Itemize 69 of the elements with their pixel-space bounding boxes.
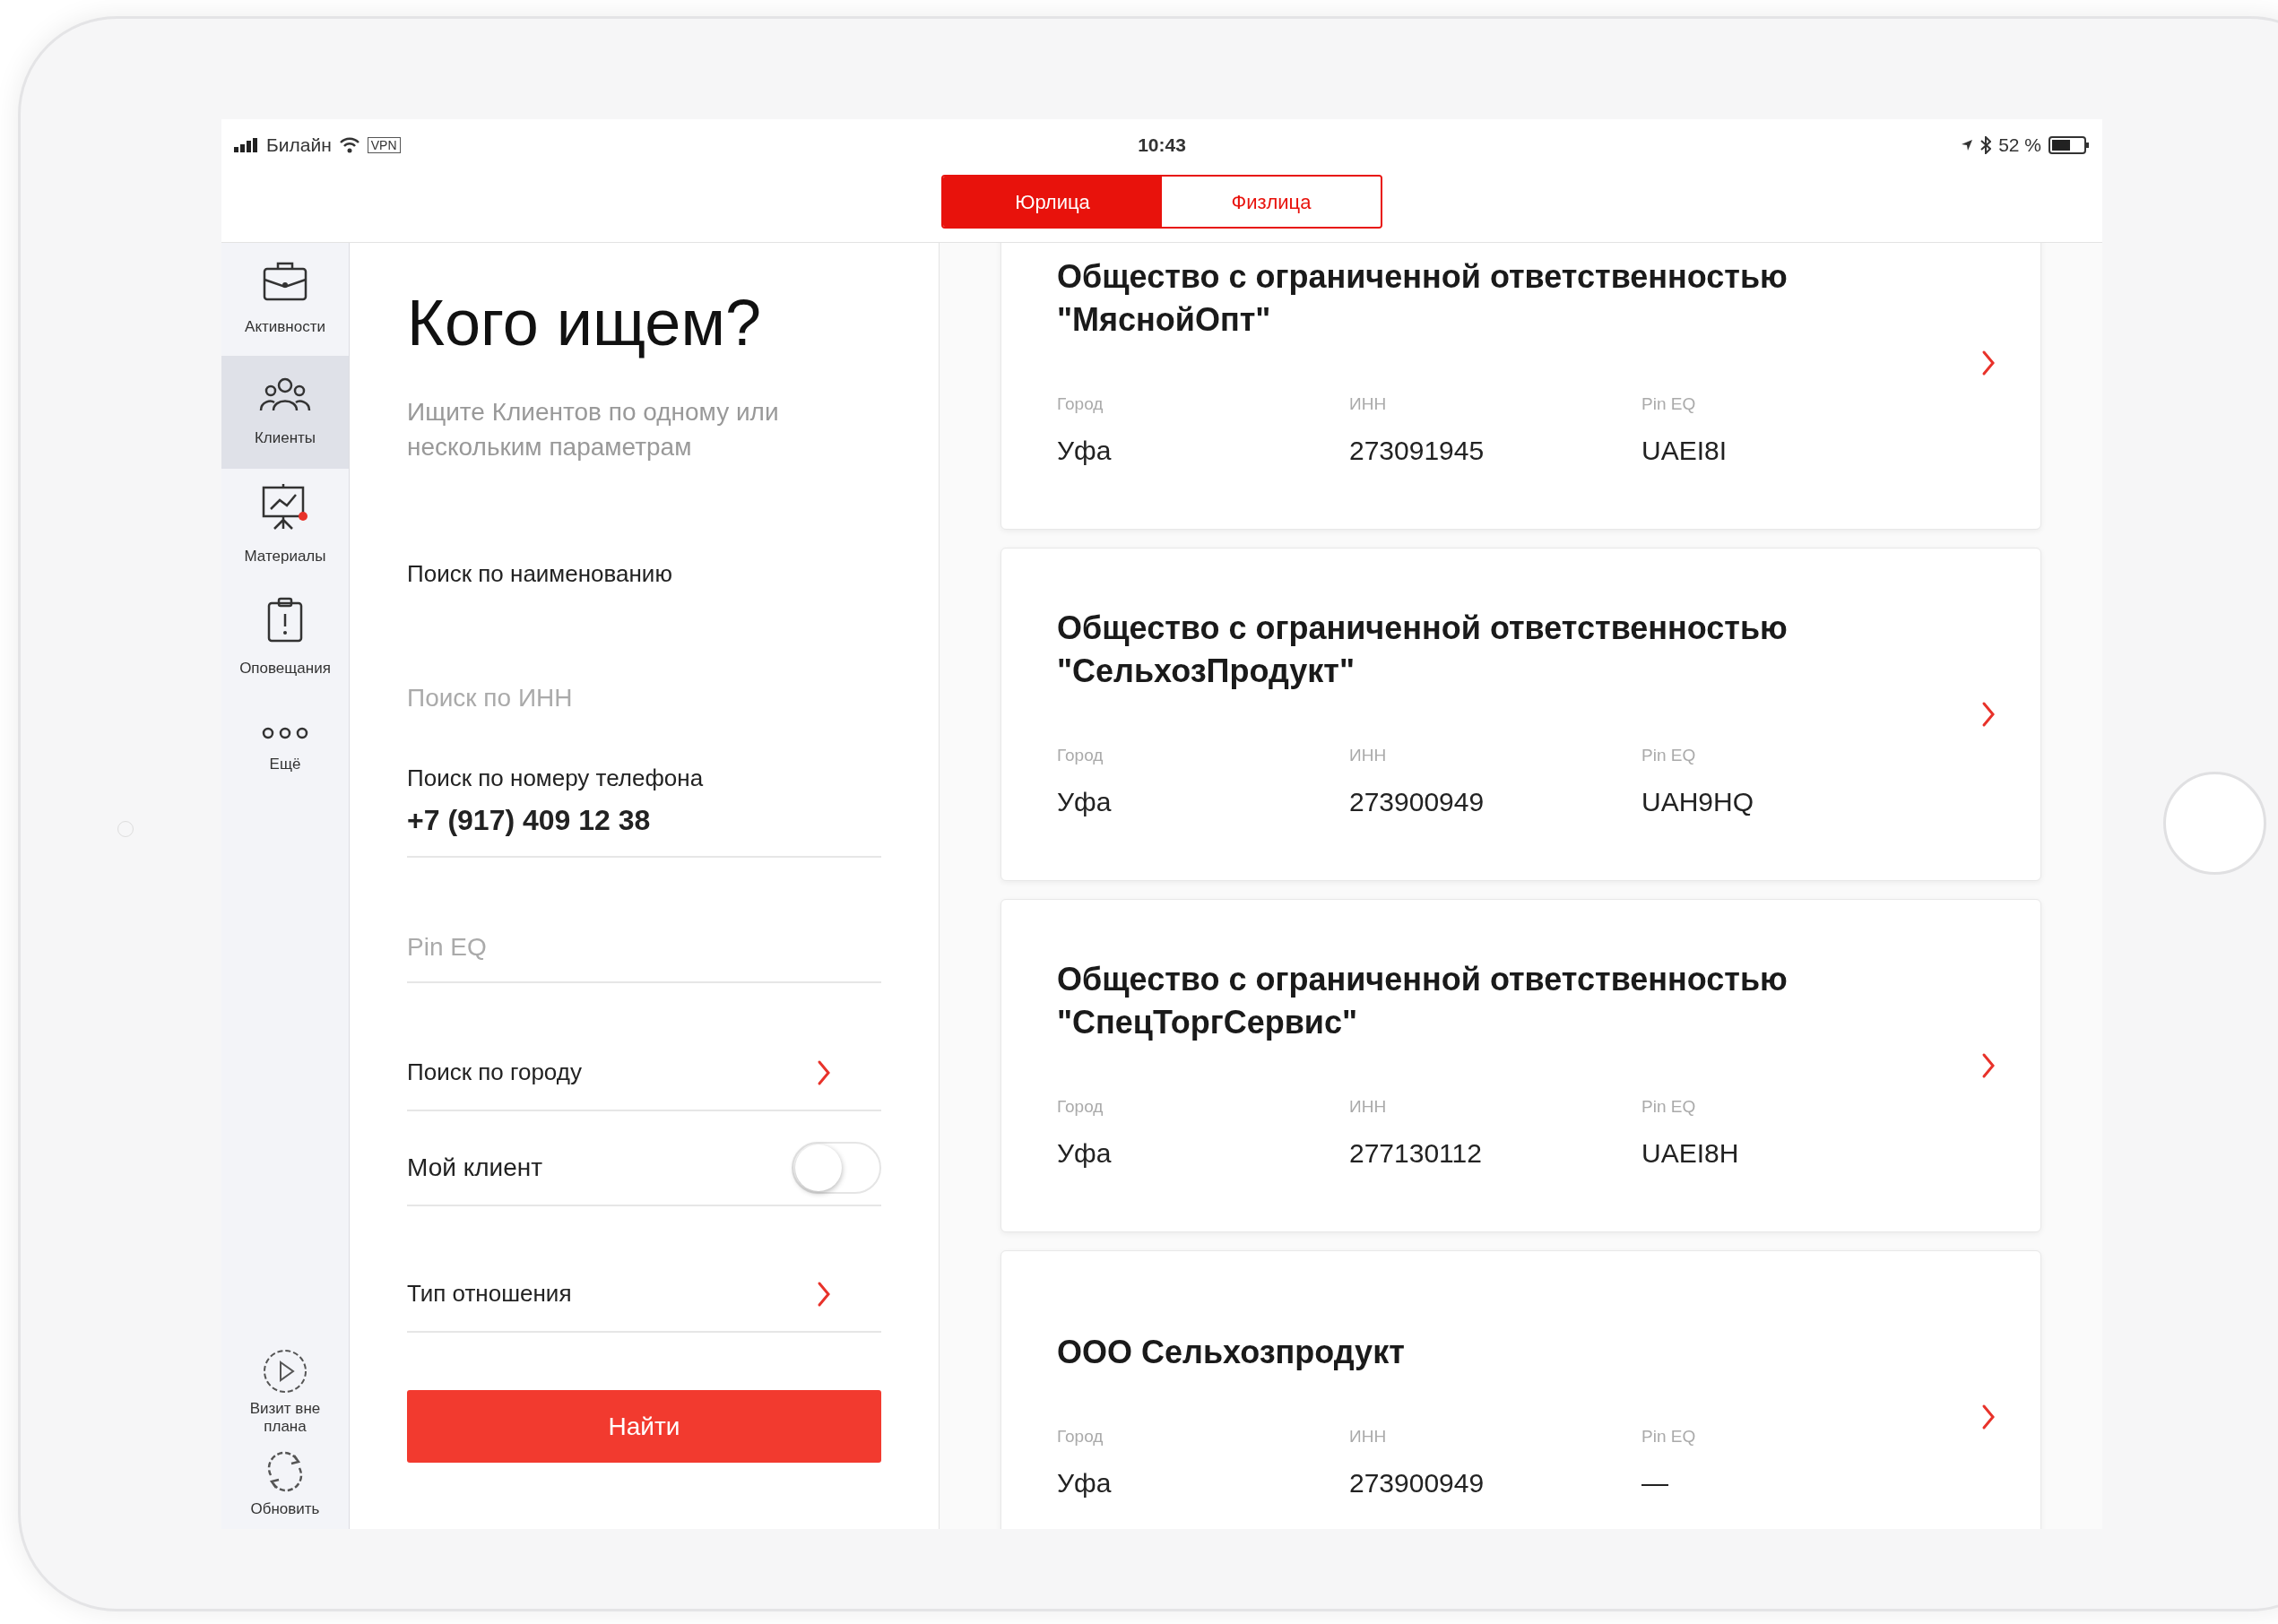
page-title: Кого ищем? [407, 286, 762, 360]
result-card[interactable]: ООО Сельхозпродукт Город ИНН Pin EQ Уфа 273900949 — [1000, 1250, 2041, 1529]
field-label: Поиск по номеру телефона [407, 764, 705, 791]
pin-value: UAH9HQ [1641, 785, 1755, 818]
result-card[interactable]: Общество с ограниченной ответственностью "СельхозПродукт" Город ИНН Pin EQ Уфа 273900949 UAH9HQ [1000, 548, 2041, 881]
city-value: Уфа [1057, 1136, 1113, 1170]
filter-row[interactable]: Поиск по городу [407, 983, 881, 1111]
chevron-right-icon [817, 1280, 831, 1308]
vpn-badge: VPN [367, 137, 401, 153]
chevron-right-icon [1981, 1052, 1996, 1079]
sidebar-item[interactable]: Ещё [221, 695, 349, 808]
battery-icon [2048, 136, 2090, 154]
toggle-switch[interactable] [792, 1142, 881, 1194]
inn-label: ИНН [1349, 1096, 1388, 1119]
clock-time: 10:43 [1138, 134, 1186, 158]
sidebar-action[interactable]: Визит вне плана [221, 1348, 349, 1436]
chevron-right-icon [817, 1058, 831, 1086]
pin-value: UAEI8H [1641, 1136, 1740, 1170]
inn-value: 273900949 [1349, 1466, 1485, 1499]
page-subtitle: Ищите Клиентов по одному или нескольким параметрам [407, 397, 780, 462]
city-label: Город [1057, 393, 1104, 416]
company-name: Общество с ограниченной ответственностью "СпецТоргСервис" [1057, 960, 1789, 1043]
signal-icon [234, 138, 259, 152]
company-name: ООО Сельхозпродукт [1057, 1333, 1406, 1373]
input-field[interactable]: Поиск по ИНН [407, 684, 881, 713]
field-label: Поиск по наименованию [407, 560, 672, 587]
input-field[interactable]: Pin EQ [407, 933, 881, 962]
sidebar-item[interactable]: Материалы [221, 469, 349, 582]
city-value: Уфа [1057, 434, 1113, 467]
find-button[interactable]: Найти [407, 1390, 881, 1463]
pin-value: — [1641, 1466, 1669, 1499]
wifi-icon [338, 137, 360, 153]
carrier-name: Билайн [266, 134, 332, 158]
chevron-right-icon [1981, 701, 1996, 728]
result-card[interactable]: Общество с ограниченной ответственностью "СпецТоргСервис" Город ИНН Pin EQ Уфа 277130112 UAEI8H [1000, 899, 2041, 1232]
inn-value: 273091945 [1349, 434, 1485, 467]
toggle-label: Мой клиент [407, 1153, 543, 1183]
inn-label: ИНН [1349, 745, 1388, 767]
company-name: Общество с ограниченной ответственностью "СельхозПродукт" [1057, 609, 1789, 692]
sidebar-item[interactable]: Активности [221, 243, 349, 356]
battery-percent: 52 % [1998, 134, 2041, 158]
city-value: Уфа [1057, 785, 1113, 818]
play-circle-icon [262, 1348, 308, 1395]
chevron-right-icon [1981, 350, 1996, 376]
sidebar-item[interactable]: Клиенты [221, 356, 349, 469]
bluetooth-icon [1980, 136, 1992, 154]
pin-label: Pin EQ [1641, 1096, 1697, 1119]
company-name: Общество с ограниченной ответственностью "МяснойОпт" [1057, 257, 1789, 341]
location-arrow-icon [1961, 139, 1974, 151]
city-label: Город [1057, 745, 1104, 767]
pin-value: UAEI8I [1641, 434, 1728, 467]
sidebar-action[interactable]: Обновить [221, 1448, 349, 1518]
city-value: Уфа [1057, 1466, 1113, 1499]
filter-row[interactable]: Тип отношения [407, 1206, 881, 1333]
inn-label: ИНН [1349, 1426, 1388, 1448]
city-label: Город [1057, 1096, 1104, 1119]
inn-value: 277130112 [1349, 1136, 1483, 1170]
result-card[interactable]: Общество с ограниченной ответственностью "МяснойОпт" Город ИНН Pin EQ Уфа 273091945 UAEI8I [1000, 243, 2041, 530]
more-dots-icon [260, 726, 310, 741]
chevron-right-icon [1981, 1404, 1996, 1430]
inn-value: 273900949 [1349, 785, 1485, 818]
sidebar-item[interactable]: Оповещания [221, 582, 349, 695]
pin-label: Pin EQ [1641, 1426, 1697, 1448]
pin-label: Pin EQ [1641, 745, 1697, 767]
city-label: Город [1057, 1426, 1104, 1448]
input-field[interactable]: +7 (917) 409 12 38 [407, 802, 881, 838]
inn-label: ИНН [1349, 393, 1388, 416]
pin-label: Pin EQ [1641, 393, 1697, 416]
segment-tab[interactable]: Юрлица [943, 177, 1162, 227]
